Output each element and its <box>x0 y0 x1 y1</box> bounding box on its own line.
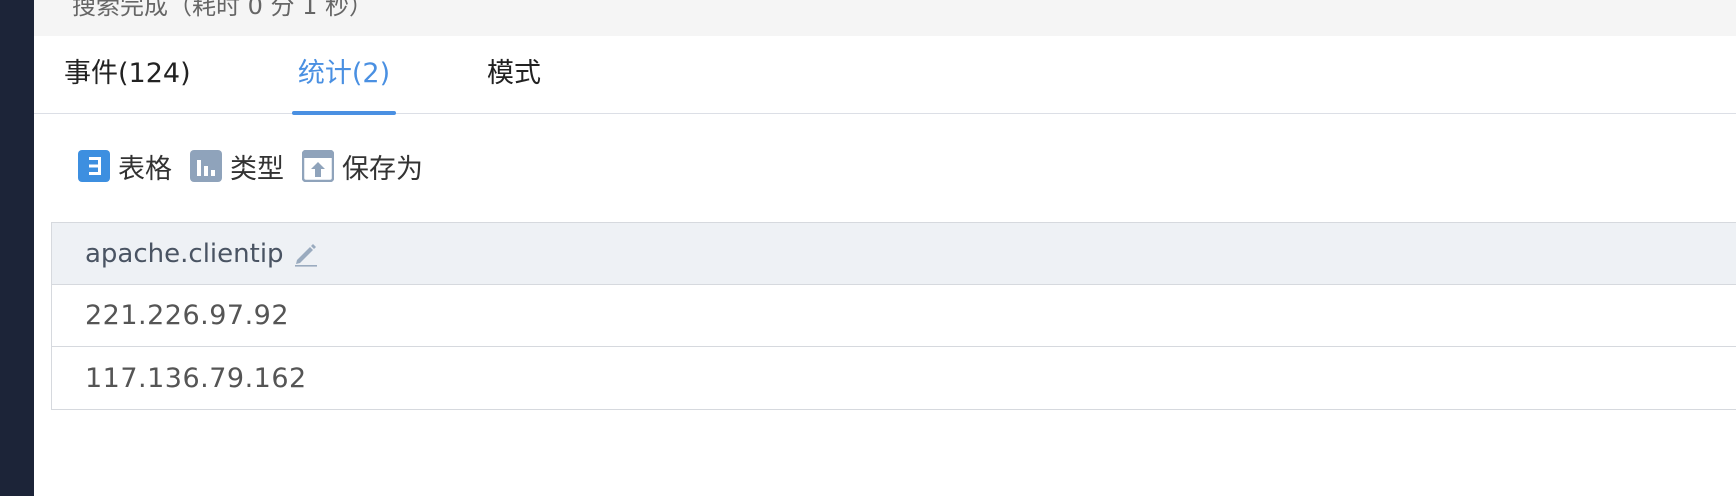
cell-clientip: 117.136.79.162 <box>85 362 307 394</box>
tab-patterns[interactable]: 模式 <box>487 36 541 114</box>
table-icon <box>78 150 110 182</box>
table-view-button[interactable]: 表格 <box>78 146 172 186</box>
column-header-clientip: apache.clientip <box>85 238 284 269</box>
bar-chart-icon <box>190 150 222 182</box>
stats-toolbar: 表格 类型 保存为 <box>34 146 634 186</box>
left-sidebar-strip <box>0 0 34 496</box>
upload-save-icon <box>302 150 334 182</box>
save-as-button[interactable]: 保存为 <box>302 146 423 186</box>
pencil-edit-icon[interactable] <box>292 240 320 268</box>
tab-statistics-label: 统计(2) <box>297 58 391 89</box>
chart-type-button[interactable]: 类型 <box>190 146 284 186</box>
result-tabs: 事件(124) 统计(2) 模式 <box>34 36 1736 115</box>
cell-clientip: 221.226.97.92 <box>85 300 290 331</box>
save-as-label: 保存为 <box>342 153 423 185</box>
tab-events-label: 事件(124) <box>64 58 191 89</box>
stats-table: apache.clientip 221.226.97.92 117.136.79… <box>51 222 1736 410</box>
table-row: 221.226.97.92 <box>52 285 1736 347</box>
main-panel: 搜索完成（耗时 0 分 1 秒） 事件(124) 统计(2) 模式 表格 类型 … <box>34 0 1736 496</box>
chart-type-label: 类型 <box>230 153 284 185</box>
table-row: 117.136.79.162 <box>52 347 1736 409</box>
tab-statistics[interactable]: 统计(2) <box>292 36 396 115</box>
table-view-label: 表格 <box>118 153 172 185</box>
tab-events[interactable]: 事件(124) <box>64 36 191 114</box>
active-tab-underline <box>292 111 396 115</box>
tab-patterns-label: 模式 <box>487 58 541 89</box>
search-status-banner: 搜索完成（耗时 0 分 1 秒） <box>34 0 1736 36</box>
table-header: apache.clientip <box>52 223 1736 285</box>
search-status-text: 搜索完成（耗时 0 分 1 秒） <box>72 0 374 20</box>
